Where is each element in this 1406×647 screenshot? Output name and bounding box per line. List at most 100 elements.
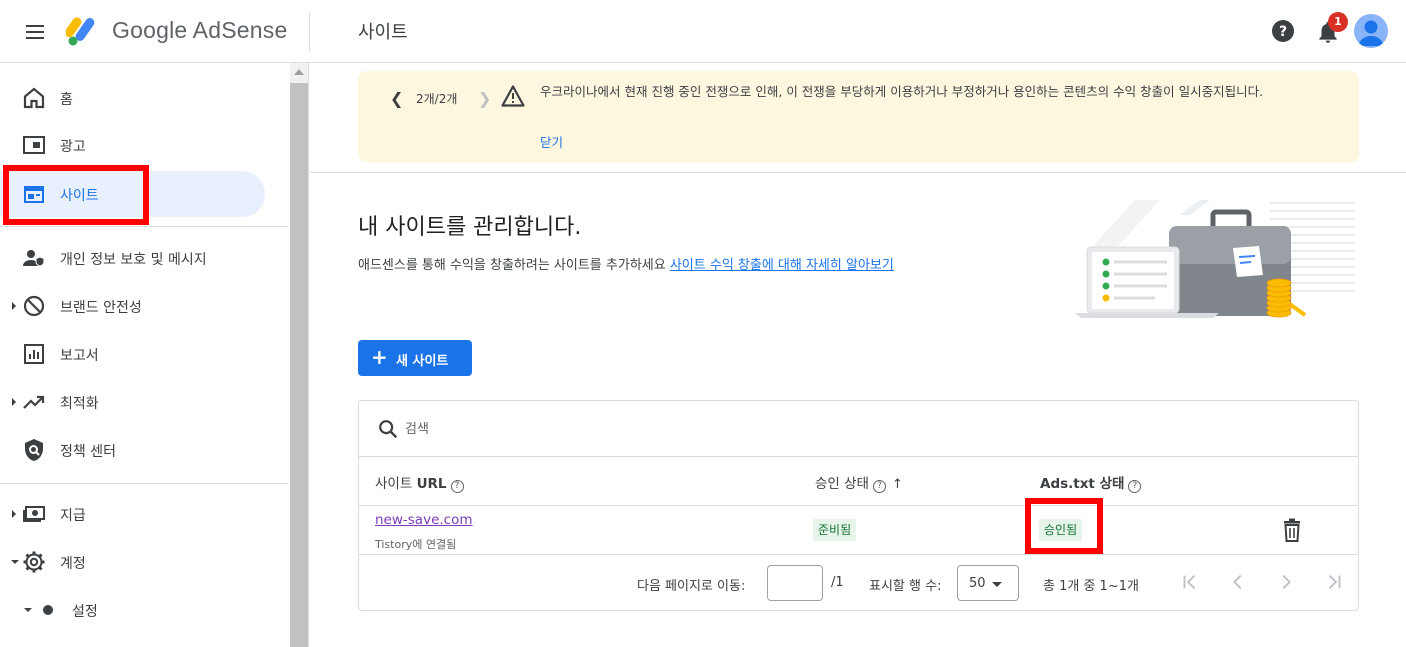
dot-icon — [43, 605, 53, 615]
column-header-text: 승인 상태 — [815, 476, 869, 492]
rows-per-page-label: 표시할 행 수: — [869, 579, 942, 594]
column-header-text: 사이트 — [375, 476, 413, 492]
description-text: 애드센스를 통해 수익을 창출하려는 사이트를 추가하세요 — [358, 258, 666, 273]
sidebar-item-settings[interactable]: 설정 — [0, 587, 265, 633]
site-url-link[interactable]: new-save.com — [375, 512, 473, 528]
header-divider — [309, 12, 310, 52]
adsense-logo — [66, 17, 95, 46]
sidebar: 홈 광고 사이트 개인 정보 보호 및 메시지 브랜드 안전성 보고서 최적화 … — [0, 63, 290, 647]
table-header-row: 사이트 URL? 승인 상태? ↑ Ads.txt 상태? — [359, 457, 1358, 506]
sidebar-item-label: 홈 — [60, 92, 73, 108]
highlight-box — [3, 165, 149, 225]
report-icon — [24, 344, 44, 364]
column-header-approval[interactable]: 승인 상태? ↑ — [815, 472, 903, 493]
last-page-icon[interactable] — [1323, 571, 1345, 593]
new-site-button[interactable]: + 새 사이트 — [358, 340, 472, 376]
sidebar-item-payments[interactable]: 지급 — [0, 491, 265, 537]
sidebar-item-label: 보고서 — [60, 348, 99, 364]
page-title: 사이트 — [358, 22, 408, 43]
collapse-arrow-icon — [24, 608, 32, 612]
column-header-text: Ads.txt 상태 — [1040, 476, 1125, 492]
banner-message: 우크라이나에서 현재 진행 중인 전쟁으로 인해, 이 전쟁을 부당하게 이용하… — [540, 84, 1264, 99]
notification-badge: 1 — [1328, 12, 1348, 32]
sidebar-item-label: 광고 — [60, 139, 86, 155]
sidebar-divider — [0, 483, 288, 484]
sidebar-item-home[interactable]: 홈 — [0, 75, 265, 121]
sidebar-item-policy-center[interactable]: 정책 센터 — [0, 427, 265, 473]
svg-text:?: ? — [1279, 24, 1287, 40]
sidebar-item-label: 정책 센터 — [60, 444, 116, 460]
approval-status-badge: 준비됨 — [813, 519, 857, 541]
expand-arrow-icon — [12, 510, 16, 518]
search-input[interactable] — [405, 416, 1305, 442]
sidebar-item-label: 계정 — [60, 556, 86, 572]
policy-icon — [25, 439, 43, 461]
scroll-thumb[interactable] — [290, 83, 308, 647]
sidebar-item-label: 설정 — [72, 604, 98, 620]
pagination-bar: 다음 페이지로 이동: /1 표시할 행 수: 50 총 1개 중 1~1개 — [359, 555, 1358, 611]
sites-table: 사이트 URL? 승인 상태? ↑ Ads.txt 상태? new-save.co… — [358, 400, 1359, 611]
column-header-url[interactable]: 사이트 URL? — [375, 472, 464, 493]
goto-page-label: 다음 페이지로 이동: — [637, 579, 746, 594]
sidebar-item-label: 개인 정보 보호 및 메시지 — [60, 252, 207, 268]
help-circle-icon[interactable]: ? — [872, 480, 886, 493]
top-app-bar: Google AdSense 사이트 ? 1 — [0, 0, 1406, 63]
first-page-icon[interactable] — [1179, 571, 1201, 593]
payments-icon — [23, 506, 45, 522]
chevron-left-icon[interactable]: ❮ — [390, 89, 403, 108]
sidebar-item-privacy[interactable]: 개인 정보 보호 및 메시지 — [0, 235, 265, 281]
chevron-right-icon[interactable]: ❯ — [478, 89, 491, 108]
sidebar-item-reports[interactable]: 보고서 — [0, 331, 265, 377]
page-total-text: /1 — [831, 575, 844, 590]
gear-icon — [23, 551, 45, 573]
banner-close-link[interactable]: 닫기 — [540, 132, 563, 151]
rows-per-page-select[interactable]: 50 — [957, 565, 1019, 601]
expand-arrow-icon — [12, 302, 16, 310]
sidebar-item-ads[interactable]: 광고 — [0, 122, 265, 168]
table-row: new-save.com Tistory에 연결됨 준비됨 승인됨 — [359, 506, 1358, 555]
sidebar-item-optimization[interactable]: 최적화 — [0, 379, 265, 425]
help-circle-icon[interactable]: ? — [450, 480, 464, 493]
warning-icon — [501, 85, 525, 107]
banner-pager: 2개/2개 — [416, 92, 458, 106]
previous-page-icon[interactable] — [1227, 571, 1249, 593]
sidebar-item-label: 지급 — [60, 508, 86, 524]
column-header-bold-text: URL — [416, 476, 447, 492]
collapse-arrow-icon — [11, 560, 19, 564]
page-description: 애드센스를 통해 수익을 창출하려는 사이트를 추가하세요 사이트 수익 창출에… — [358, 254, 894, 273]
column-header-adstxt[interactable]: Ads.txt 상태? — [1040, 472, 1142, 493]
next-page-icon[interactable] — [1275, 571, 1297, 593]
avatar[interactable] — [1354, 14, 1388, 48]
new-site-label: 새 사이트 — [396, 354, 449, 369]
site-connection-text: Tistory에 연결됨 — [375, 538, 457, 551]
notice-banner: ❮ 2개/2개 ❯ 우크라이나에서 현재 진행 중인 전쟁으로 인해, 이 전쟁… — [358, 71, 1359, 162]
rows-per-page-value: 50 — [969, 576, 986, 591]
sidebar-scrollbar[interactable] — [290, 63, 308, 647]
help-icon[interactable]: ? — [1271, 19, 1295, 43]
sidebar-item-label: 최적화 — [60, 396, 99, 412]
help-circle-icon[interactable]: ? — [1128, 480, 1142, 493]
sidebar-item-label: 브랜드 안전성 — [60, 300, 142, 316]
highlight-box — [1025, 498, 1103, 554]
page-heading: 내 사이트를 관리합니다. — [358, 215, 582, 240]
sidebar-divider — [0, 226, 288, 227]
block-icon — [23, 295, 45, 317]
dropdown-arrow-icon — [992, 582, 1002, 587]
menu-icon[interactable] — [22, 19, 48, 45]
scroll-up-arrow-icon[interactable] — [294, 69, 304, 75]
range-text: 총 1개 중 1~1개 — [1043, 579, 1139, 594]
delete-icon[interactable] — [1281, 518, 1303, 542]
sidebar-item-brand-safety[interactable]: 브랜드 안전성 — [0, 283, 265, 329]
privacy-icon — [23, 250, 45, 267]
learn-more-link[interactable]: 사이트 수익 창출에 대해 자세히 알아보기 — [670, 258, 894, 273]
sort-arrow-up-icon[interactable]: ↑ — [892, 477, 903, 492]
search-bar — [359, 401, 1358, 457]
ads-icon — [23, 136, 45, 154]
sidebar-item-account[interactable]: 계정 — [0, 539, 265, 585]
user-icon — [1358, 20, 1384, 46]
goto-page-input[interactable] — [767, 565, 823, 601]
main-divider — [308, 63, 309, 647]
plus-icon: + — [371, 345, 388, 369]
search-icon — [379, 420, 398, 439]
expand-arrow-icon — [12, 398, 16, 406]
